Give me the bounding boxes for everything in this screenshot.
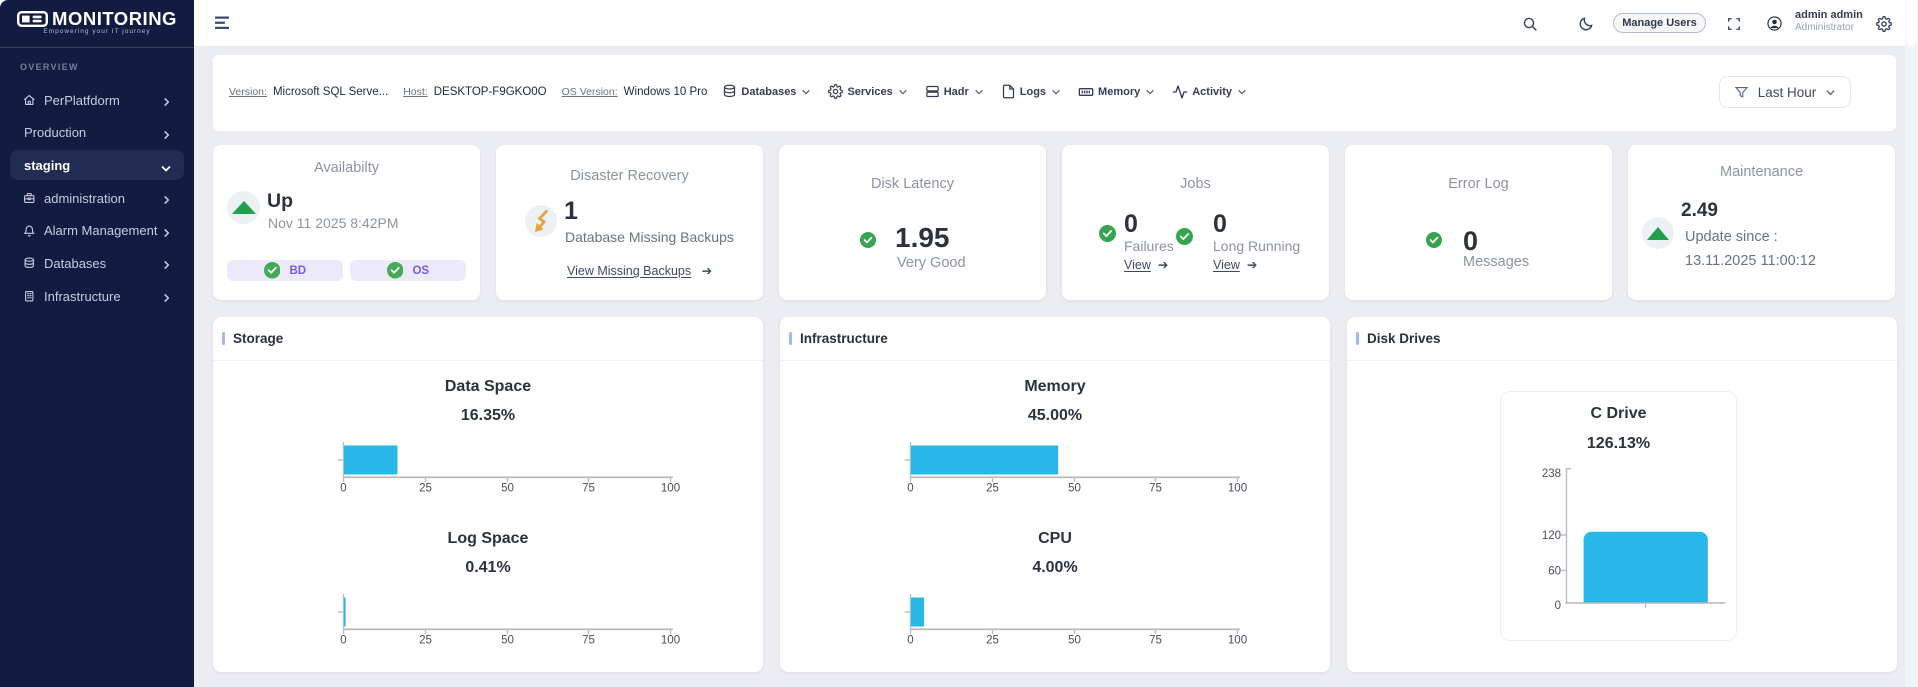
svg-text:0: 0: [340, 635, 346, 647]
svg-text:25: 25: [419, 483, 432, 495]
svg-text:50: 50: [1068, 483, 1081, 495]
svg-text:75: 75: [1149, 635, 1162, 647]
svg-text:0: 0: [1555, 600, 1561, 612]
svg-text:75: 75: [1149, 483, 1162, 495]
svg-text:100: 100: [1228, 483, 1247, 495]
svg-text:25: 25: [986, 635, 999, 647]
svg-text:0: 0: [907, 483, 913, 495]
svg-text:50: 50: [1068, 635, 1081, 647]
svg-text:60: 60: [1548, 566, 1561, 578]
svg-text:100: 100: [661, 483, 680, 495]
svg-text:0: 0: [907, 635, 913, 647]
svg-text:50: 50: [501, 483, 514, 495]
svg-text:75: 75: [582, 635, 595, 647]
svg-text:238: 238: [1542, 468, 1561, 480]
svg-text:75: 75: [582, 483, 595, 495]
svg-text:120: 120: [1542, 530, 1561, 542]
svg-text:25: 25: [986, 483, 999, 495]
svg-text:50: 50: [501, 635, 514, 647]
svg-text:100: 100: [1228, 635, 1247, 647]
svg-text:100: 100: [661, 635, 680, 647]
svg-text:25: 25: [419, 635, 432, 647]
svg-text:0: 0: [340, 483, 346, 495]
